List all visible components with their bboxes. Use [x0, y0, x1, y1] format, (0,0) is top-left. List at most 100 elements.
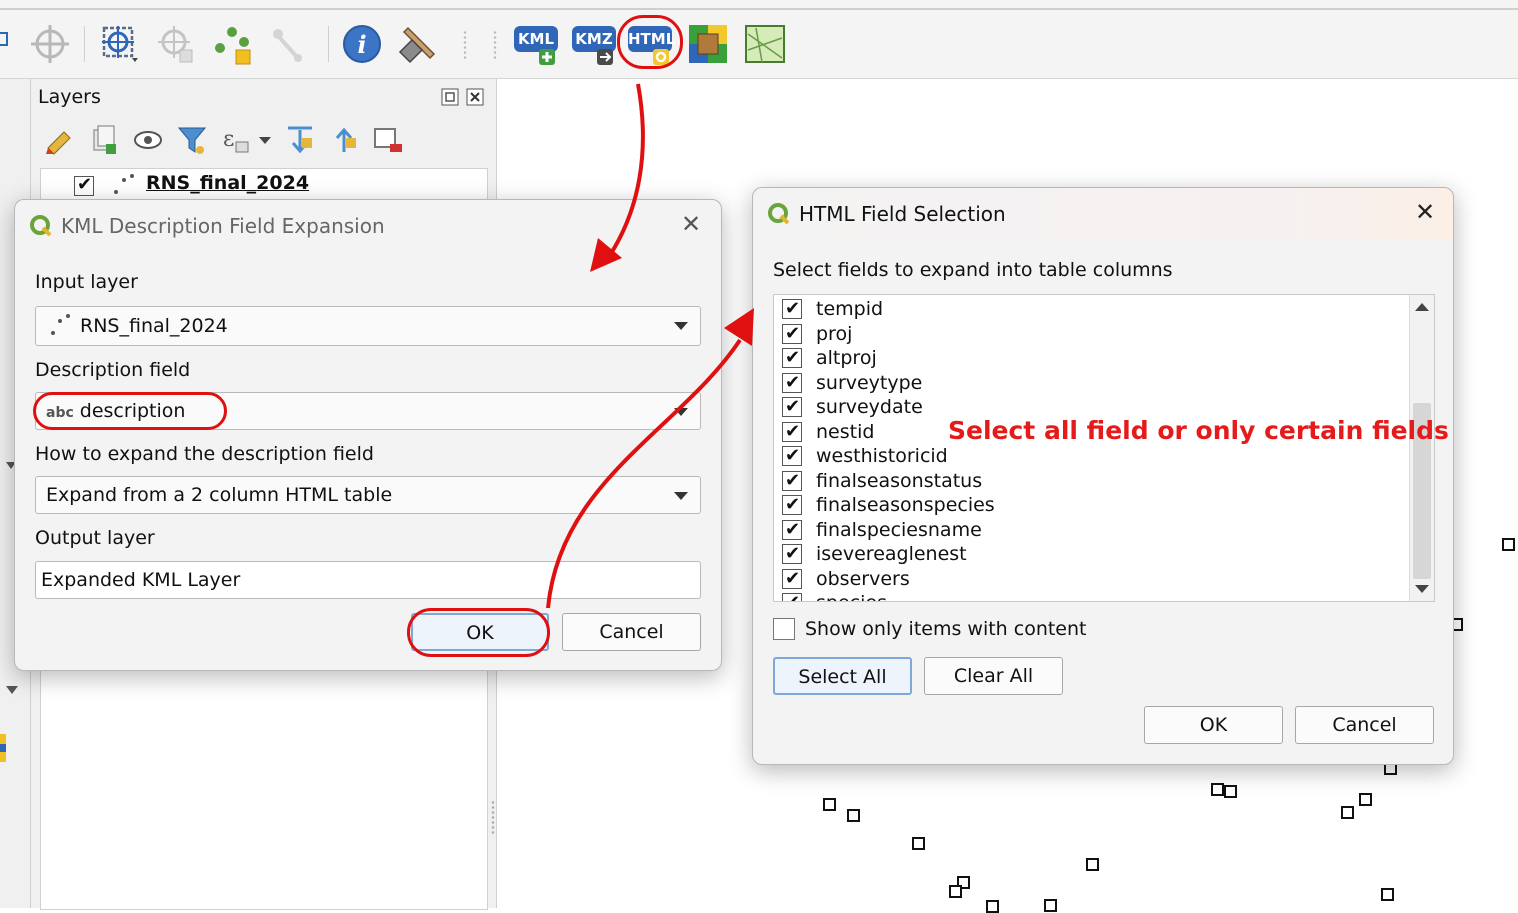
map-point [1224, 785, 1237, 798]
map-point [1044, 899, 1057, 912]
field-checkbox[interactable] [782, 493, 802, 517]
close-icon[interactable]: ✕ [681, 210, 701, 238]
field-checkbox[interactable] [782, 420, 802, 444]
style-brush-icon[interactable] [44, 124, 76, 156]
field-name: surveytype [816, 371, 923, 394]
cancel-button[interactable]: Cancel [1295, 706, 1434, 744]
input-layer-combo[interactable]: RNS_final_2024 [35, 306, 701, 346]
svg-text:ε: ε [223, 127, 234, 152]
toolbar-grip[interactable] [462, 30, 468, 60]
dropdown-arrow-icon[interactable] [259, 137, 271, 144]
filter-icon[interactable] [176, 124, 208, 156]
panel-splitter[interactable] [491, 800, 495, 834]
pan-map-icon[interactable] [28, 22, 72, 66]
export-kmz-button[interactable]: KMZ [570, 22, 618, 66]
export-kml-button[interactable]: KML [512, 22, 560, 66]
plus-icon [539, 49, 555, 65]
field-checkbox[interactable] [782, 518, 802, 542]
field-checkbox[interactable] [782, 297, 802, 321]
map-point [1086, 858, 1099, 871]
field-name: species [816, 591, 887, 601]
map-point [986, 900, 999, 913]
color-table-icon[interactable] [686, 22, 730, 66]
field-name: observers [816, 567, 910, 590]
field-checkbox[interactable] [782, 567, 802, 591]
field-checkbox[interactable] [782, 542, 802, 566]
field-name: finalseasonstatus [816, 469, 983, 492]
toolbar-separator [84, 26, 85, 62]
field-name: westhistoricid [816, 445, 948, 467]
layer-visibility-checkbox[interactable] [74, 174, 94, 196]
map-point [912, 837, 925, 850]
scroll-track[interactable] [1413, 323, 1431, 403]
field-name: finalseasonspecies [816, 494, 995, 516]
layer-name[interactable]: RNS_final_2024 [146, 172, 309, 194]
map-point [1359, 793, 1372, 806]
vertex-tool-icon[interactable] [210, 22, 254, 66]
input-layer-label: Input layer [35, 271, 138, 293]
expression-filter-icon[interactable]: ε [220, 124, 252, 156]
expand-all-icon[interactable] [284, 124, 316, 156]
vertical-scrollbar[interactable] [1409, 295, 1434, 601]
remove-layer-icon[interactable] [372, 124, 404, 156]
dialog-title: KML Description Field Expansion [61, 214, 385, 238]
annotation-text: Select all field or only certain fields [948, 416, 1449, 445]
field-checkbox[interactable] [782, 371, 802, 395]
svg-text:i: i [357, 30, 366, 59]
clear-all-button[interactable]: Clear All [924, 657, 1063, 695]
map-point [1502, 538, 1515, 551]
collapse-arrow-icon[interactable] [6, 686, 18, 694]
field-name: tempid [816, 298, 884, 320]
map-point [847, 809, 860, 822]
show-only-checkbox[interactable] [773, 618, 795, 640]
kml-description-dialog: KML Description Field Expansion ✕ Input … [14, 199, 722, 671]
field-checkbox[interactable] [782, 346, 802, 370]
output-layer-input[interactable]: Expanded KML Layer [35, 561, 701, 599]
add-feature-icon[interactable] [154, 22, 198, 66]
field-checkbox[interactable] [782, 322, 802, 346]
description-field-label: Description field [35, 359, 191, 381]
html-field-selection-dialog: HTML Field Selection ✕ Select fields to … [752, 187, 1454, 765]
field-checkbox[interactable] [782, 469, 802, 493]
field-name: isevereaglenest [816, 543, 967, 565]
select-all-button[interactable]: Select All [773, 657, 912, 695]
scroll-down-icon[interactable] [1415, 585, 1429, 593]
float-panel-icon[interactable] [441, 88, 459, 106]
map-sheet-icon[interactable] [742, 22, 786, 66]
expand-method-combo[interactable]: Expand from a 2 column HTML table [35, 476, 701, 514]
toolbar-grip[interactable] [492, 30, 498, 60]
map-point [949, 885, 962, 898]
field-name: altproj [816, 347, 877, 369]
select-features-icon[interactable] [98, 22, 142, 66]
ok-button-highlight [407, 608, 550, 657]
close-panel-icon[interactable] [466, 88, 484, 106]
ok-button[interactable]: OK [1144, 706, 1283, 744]
wrench-settings-icon[interactable] [396, 22, 440, 66]
collapse-all-icon[interactable] [328, 124, 360, 156]
field-checkbox[interactable] [782, 395, 802, 419]
export-arrow-icon [597, 49, 613, 65]
chevron-down-icon [674, 408, 688, 416]
output-layer-label: Output layer [35, 527, 155, 549]
chevron-down-icon [674, 322, 688, 330]
partial-tool-icon[interactable] [0, 32, 8, 46]
add-group-icon[interactable] [88, 124, 120, 156]
layer-symbol-icon [0, 734, 6, 762]
close-icon[interactable]: ✕ [1415, 198, 1435, 226]
html-button-highlight [617, 15, 683, 69]
field-checkbox[interactable] [782, 591, 802, 601]
cancel-button[interactable]: Cancel [562, 613, 701, 651]
digitize-tool-icon[interactable] [266, 22, 310, 66]
qgis-logo-icon [30, 215, 52, 237]
field-list[interactable]: tempidprojaltprojsurveytypesurveydatenes… [773, 294, 1435, 602]
point-layer-icon [114, 174, 134, 194]
map-point [1211, 783, 1224, 796]
info-icon[interactable]: i [340, 22, 384, 66]
field-name: proj [816, 322, 853, 345]
scroll-up-icon[interactable] [1415, 303, 1429, 311]
field-name: nestid [816, 420, 875, 443]
plugin-toolbar: i KML KMZ HTML [0, 0, 1518, 79]
visibility-eye-icon[interactable] [132, 124, 164, 156]
field-checkbox[interactable] [782, 444, 802, 468]
point-layer-icon [51, 314, 70, 335]
